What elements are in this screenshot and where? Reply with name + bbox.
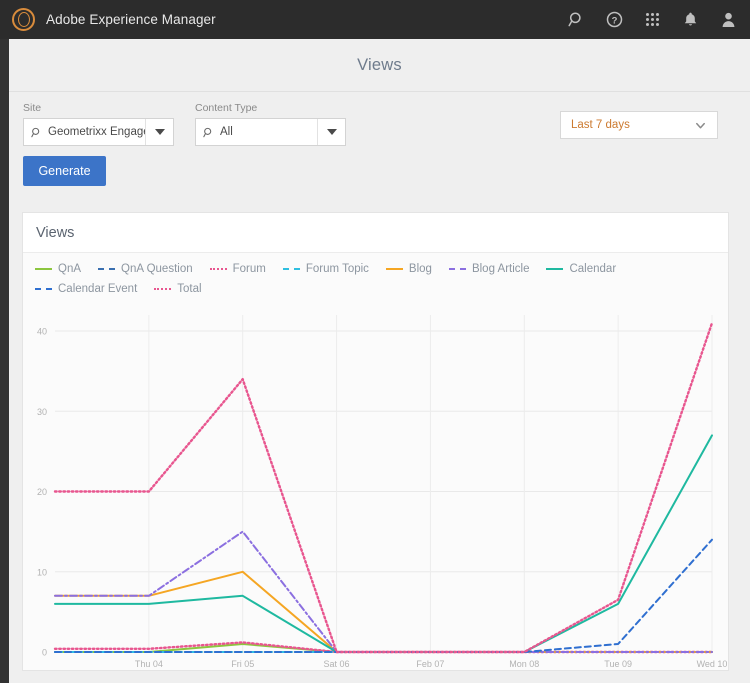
date-range-value: Last 7 days xyxy=(571,119,630,131)
site-filter-label: Site xyxy=(23,102,42,114)
legend-label: Blog xyxy=(408,263,432,275)
bell-icon[interactable] xyxy=(680,10,700,30)
search-icon[interactable] xyxy=(566,10,586,30)
left-rail xyxy=(0,39,9,683)
page-title: Views xyxy=(357,55,402,74)
date-range-select[interactable]: Last 7 days xyxy=(560,111,718,139)
x-axis-tick-label: Mon 08 xyxy=(509,659,539,669)
y-axis-tick-label: 10 xyxy=(37,567,47,577)
legend-swatch-icon xyxy=(282,268,300,270)
y-axis-tick-label: 40 xyxy=(37,327,47,337)
user-avatar-icon[interactable] xyxy=(718,10,738,30)
legend-label: Calendar xyxy=(569,263,617,275)
legend-swatch-icon xyxy=(546,268,564,270)
legend-swatch-icon xyxy=(448,268,466,270)
brand-block[interactable]: Adobe Experience Manager xyxy=(0,8,216,31)
svg-text:?: ? xyxy=(611,15,617,26)
legend-item-calendar[interactable]: Calendar xyxy=(546,263,616,275)
brand-title: Adobe Experience Manager xyxy=(46,12,216,27)
chart-line-forum xyxy=(53,641,714,654)
chart-line-calendar xyxy=(54,434,713,653)
legend-item-blog[interactable]: Blog xyxy=(385,263,432,275)
content-type-input-value: All xyxy=(220,126,233,138)
card-header: Views xyxy=(23,213,728,253)
legend-swatch-icon xyxy=(35,288,52,290)
legend-swatch-icon xyxy=(98,268,116,270)
legend-item-qna[interactable]: QnA xyxy=(35,263,81,275)
legend-item-forum[interactable]: Forum xyxy=(209,263,266,275)
help-icon[interactable]: ? xyxy=(604,10,624,30)
legend-swatch-icon xyxy=(209,268,227,270)
legend-swatch-icon xyxy=(35,268,52,270)
legend-label: Calendar Event xyxy=(58,283,138,295)
x-axis-tick-label: Tue 09 xyxy=(604,659,632,669)
y-axis-tick-label: 30 xyxy=(37,407,47,417)
x-axis-tick-label: Sat 06 xyxy=(324,659,350,669)
legend-item-forum-topic[interactable]: Forum Topic xyxy=(282,263,369,275)
legend-label: Forum xyxy=(232,263,266,275)
content-type-input-wrap[interactable]: All xyxy=(196,119,317,145)
x-axis-tick-label: Thu 04 xyxy=(135,659,163,669)
chart-plot-area: 0 10 20 30 40 Thu 04 Fri 05 Sat 06 Feb 07 Mon 08 T… xyxy=(23,297,730,683)
legend-item-qna-question[interactable]: QnA Question xyxy=(98,263,193,275)
content-type-filter-group: Content Type All xyxy=(195,102,346,146)
legend-swatch-icon xyxy=(385,268,403,270)
legend-item-calendar-event[interactable]: Calendar Event xyxy=(35,283,137,295)
legend-label: Total xyxy=(177,283,202,295)
y-axis-tick-label: 0 xyxy=(42,648,47,658)
legend-item-total[interactable]: Total xyxy=(154,283,202,295)
adobe-aem-logo-icon[interactable] xyxy=(12,8,35,31)
legend-label: Blog Article xyxy=(471,263,530,275)
site-filter-group: Site Geometrixx Engage xyxy=(23,102,174,146)
chevron-down-icon xyxy=(694,119,707,132)
views-chart-card: Views QnA QnA Question Forum Forum Topic Blo… xyxy=(22,212,729,671)
apps-grid-icon[interactable] xyxy=(642,10,662,30)
caret-down-icon xyxy=(326,129,337,135)
chart-line-blog-article xyxy=(54,530,713,653)
logo-inner-ring xyxy=(17,12,30,27)
site-dropdown-arrow[interactable] xyxy=(145,119,173,145)
search-icon xyxy=(31,127,40,137)
search-icon xyxy=(203,127,212,137)
x-axis-tick-label: Wed 10 xyxy=(697,659,728,669)
x-axis-tick-label: Feb 07 xyxy=(416,659,444,669)
page-title-band: Views xyxy=(9,39,750,91)
chart-svg: 0 10 20 30 40 Thu 04 Fri 05 Sat 06 Feb 07 Mon 08 T… xyxy=(37,315,728,669)
legend-swatch-icon xyxy=(154,288,172,290)
site-input-value: Geometrixx Engage xyxy=(48,126,145,138)
x-axis-tick-label: Fri 05 xyxy=(231,659,254,669)
card-title: Views xyxy=(36,224,75,241)
app-shell: Adobe Experience Manager ? Views Site Ge… xyxy=(0,0,750,683)
legend-label: Forum Topic xyxy=(305,263,369,275)
site-combobox[interactable]: Geometrixx Engage xyxy=(23,118,174,146)
filter-strip: Site Geometrixx Engage Content Type All … xyxy=(9,91,750,196)
caret-down-icon xyxy=(154,129,165,135)
chart-line-calendar-event xyxy=(54,538,713,653)
chart-legend: QnA QnA Question Forum Forum Topic Blog Blog … xyxy=(23,253,728,297)
chart-line-blog xyxy=(54,570,713,653)
top-bar: Adobe Experience Manager ? xyxy=(0,0,750,39)
legend-label: QnA Question xyxy=(121,263,193,275)
content-type-combobox[interactable]: All xyxy=(195,118,346,146)
generate-button[interactable]: Generate xyxy=(23,156,106,186)
legend-label: QnA xyxy=(58,263,82,275)
top-bar-actions: ? xyxy=(566,10,750,30)
legend-item-blog-article[interactable]: Blog Article xyxy=(448,263,530,275)
content-type-dropdown-arrow[interactable] xyxy=(317,119,345,145)
site-input-wrap[interactable]: Geometrixx Engage xyxy=(24,119,145,145)
y-axis-tick-label: 20 xyxy=(37,487,47,497)
content-type-filter-label: Content Type xyxy=(195,102,258,114)
